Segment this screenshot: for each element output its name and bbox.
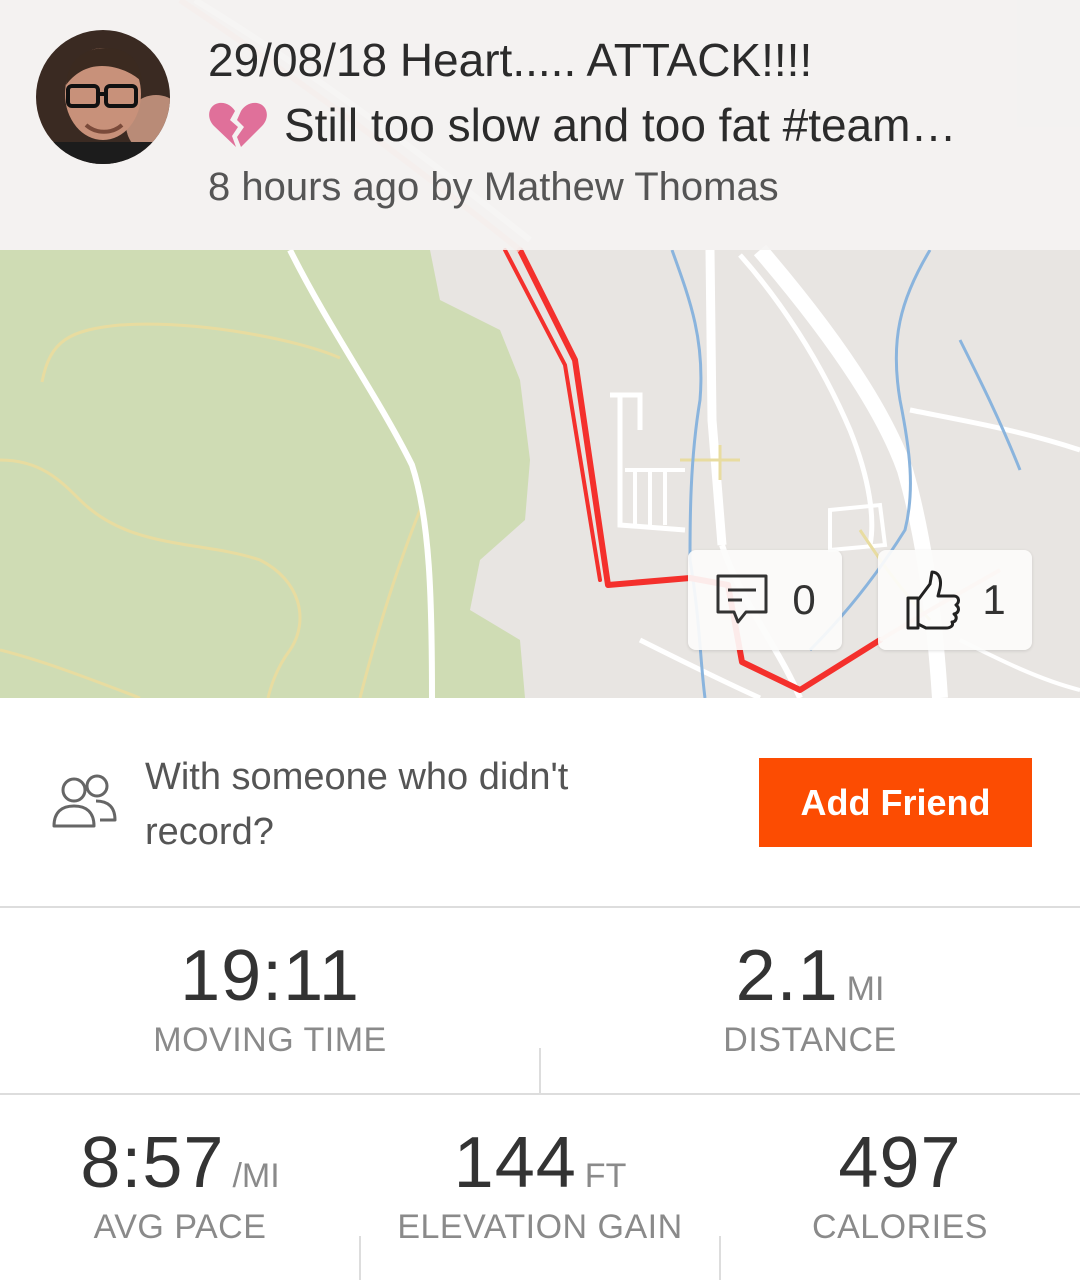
add-friend-button[interactable]: Add Friend (759, 758, 1032, 847)
friends-icon (52, 774, 117, 828)
stat-moving-time: 19:11 MOVING TIME (70, 935, 470, 1060)
stat-elevation-gain: 144 FT ELEVATION GAIN (360, 1122, 720, 1247)
elevation-gain-label: ELEVATION GAIN (397, 1208, 683, 1246)
activity-description-text: Still too slow and too fat #team… (284, 99, 957, 151)
kudos-count: 1 (982, 576, 1006, 623)
divider (539, 1048, 541, 1094)
elevation-gain-value: 144 (453, 1123, 577, 1203)
stat-distance: 2.1 MI DISTANCE (610, 935, 1010, 1060)
avg-pace-unit: /MI (232, 1157, 280, 1195)
thumbs-up-icon (906, 570, 961, 630)
route-map[interactable]: 29/08/18 Heart..... ATTACK!!!! Still too… (0, 0, 1080, 698)
moving-time-label: MOVING TIME (153, 1021, 387, 1059)
elevation-gain-unit: FT (584, 1157, 627, 1195)
comment-count: 0 (792, 576, 816, 623)
divider (0, 906, 1080, 908)
avatar-image (36, 30, 170, 164)
calories-label: CALORIES (812, 1208, 988, 1246)
distance-unit: MI (846, 970, 885, 1008)
kudos-button[interactable]: 1 (878, 550, 1032, 650)
moving-time-value: 19:11 (180, 936, 360, 1016)
add-friend-section: With someone who didn't record? Add Frie… (0, 698, 1080, 906)
divider (0, 1093, 1080, 1095)
activity-header[interactable]: 29/08/18 Heart..... ATTACK!!!! Still too… (0, 0, 1080, 250)
avg-pace-value: 8:57 (80, 1123, 225, 1203)
add-friend-prompt: With someone who didn't record? (145, 756, 569, 853)
activity-meta: 8 hours ago by Mathew Thomas (208, 165, 779, 209)
avg-pace-label: AVG PACE (93, 1208, 267, 1246)
activity-title[interactable]: 29/08/18 Heart..... ATTACK!!!! (208, 32, 812, 88)
broken-heart-icon (209, 102, 267, 147)
distance-label: DISTANCE (723, 1021, 897, 1059)
user-avatar[interactable] (36, 30, 170, 164)
comments-button[interactable]: 0 (688, 550, 842, 650)
calories-value: 497 (838, 1123, 962, 1203)
stat-calories: 497 CALORIES (720, 1122, 1080, 1247)
distance-value: 2.1 (735, 936, 839, 1016)
comment-icon (716, 574, 768, 624)
activity-description[interactable]: Still too slow and too fat #team… (208, 97, 1038, 153)
stat-avg-pace: 8:57/MI AVG PACE (0, 1122, 360, 1247)
